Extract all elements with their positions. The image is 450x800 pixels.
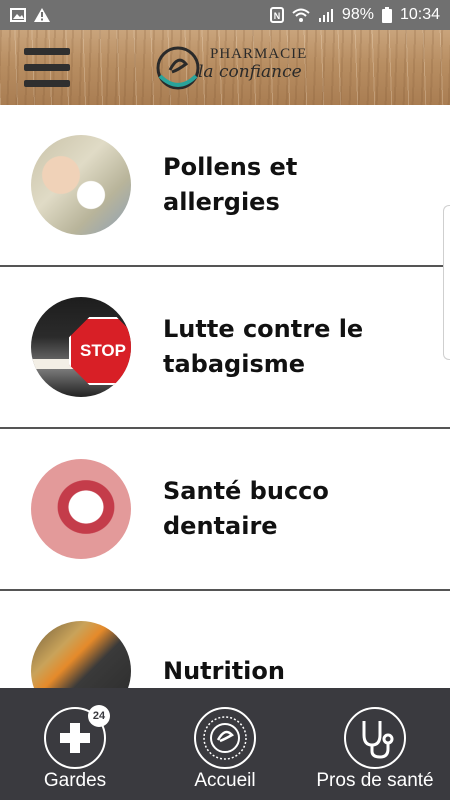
nav-accueil-button[interactable]: Accueil [150,688,300,800]
stethoscope-icon [344,707,406,769]
topics-list[interactable]: Pollens et allergies STOP Lutte contre l… [0,105,450,688]
hamburger-bar [24,80,70,87]
clock: 10:34 [399,6,440,23]
hamburger-bar [24,48,70,55]
signal-icon [318,9,333,22]
topic-item-nutrition[interactable]: Nutrition [0,591,450,688]
warning-icon [34,8,50,22]
stop-sign: STOP [69,317,131,385]
topic-item-tabagisme[interactable]: STOP Lutte contre le tabagisme [0,267,450,429]
stop-smoking-photo: STOP [31,297,131,397]
image-icon [10,8,26,22]
logo-text-top: PHARMACIE [210,46,308,62]
status-bar: N 98% 10:34 [0,0,450,30]
medical-cross-24h-icon: 24 [44,705,110,769]
badge-24: 24 [88,705,110,727]
topic-label: Nutrition [163,656,285,685]
pollen-allergy-photo [31,135,131,235]
pharmacy-logo: PHARMACIE la confiance [150,38,310,98]
topic-item-bucco-dentaire[interactable]: Santé bucco dentaire [0,429,450,591]
topic-item-pollens[interactable]: Pollens et allergies [0,105,450,267]
topic-label: Lutte contre le tabagisme [163,315,364,378]
cross-shape [60,723,90,753]
app-header: PHARMACIE la confiance [0,30,450,105]
hamburger-menu-button[interactable] [24,48,70,88]
nav-label: Pros de santé [316,770,434,791]
nav-gardes-button[interactable]: 24 Gardes [0,688,150,800]
logo-emblem-icon [203,716,247,760]
logo-emblem-icon [156,46,200,90]
nav-label: Accueil [194,770,256,791]
nav-label: Gardes [43,770,107,791]
status-right: N 98% 10:34 [269,0,440,30]
topic-label: Santé bucco dentaire [163,477,329,540]
stop-sign-text: STOP [80,341,126,360]
nfc-icon: N [269,7,284,23]
vegetables-photo [31,621,131,688]
pharmacy-logo-icon [194,707,256,769]
wifi-icon [292,8,310,22]
status-left [10,8,50,22]
battery-percent: 98% [341,6,374,23]
logo-text-bottom: la confiance [198,62,302,82]
topic-label: Pollens et allergies [163,153,298,216]
side-scroll-handle[interactable] [443,205,450,360]
stethoscope-shape [362,721,394,759]
hamburger-bar [24,64,70,71]
nav-pros-sante-button[interactable]: Pros de santé [300,688,450,800]
teeth-smile-photo [31,459,131,559]
svg-text:N: N [274,11,281,21]
bottom-navigation: 24 Gardes Accueil Pros de santé [0,688,450,800]
battery-icon [381,7,392,23]
